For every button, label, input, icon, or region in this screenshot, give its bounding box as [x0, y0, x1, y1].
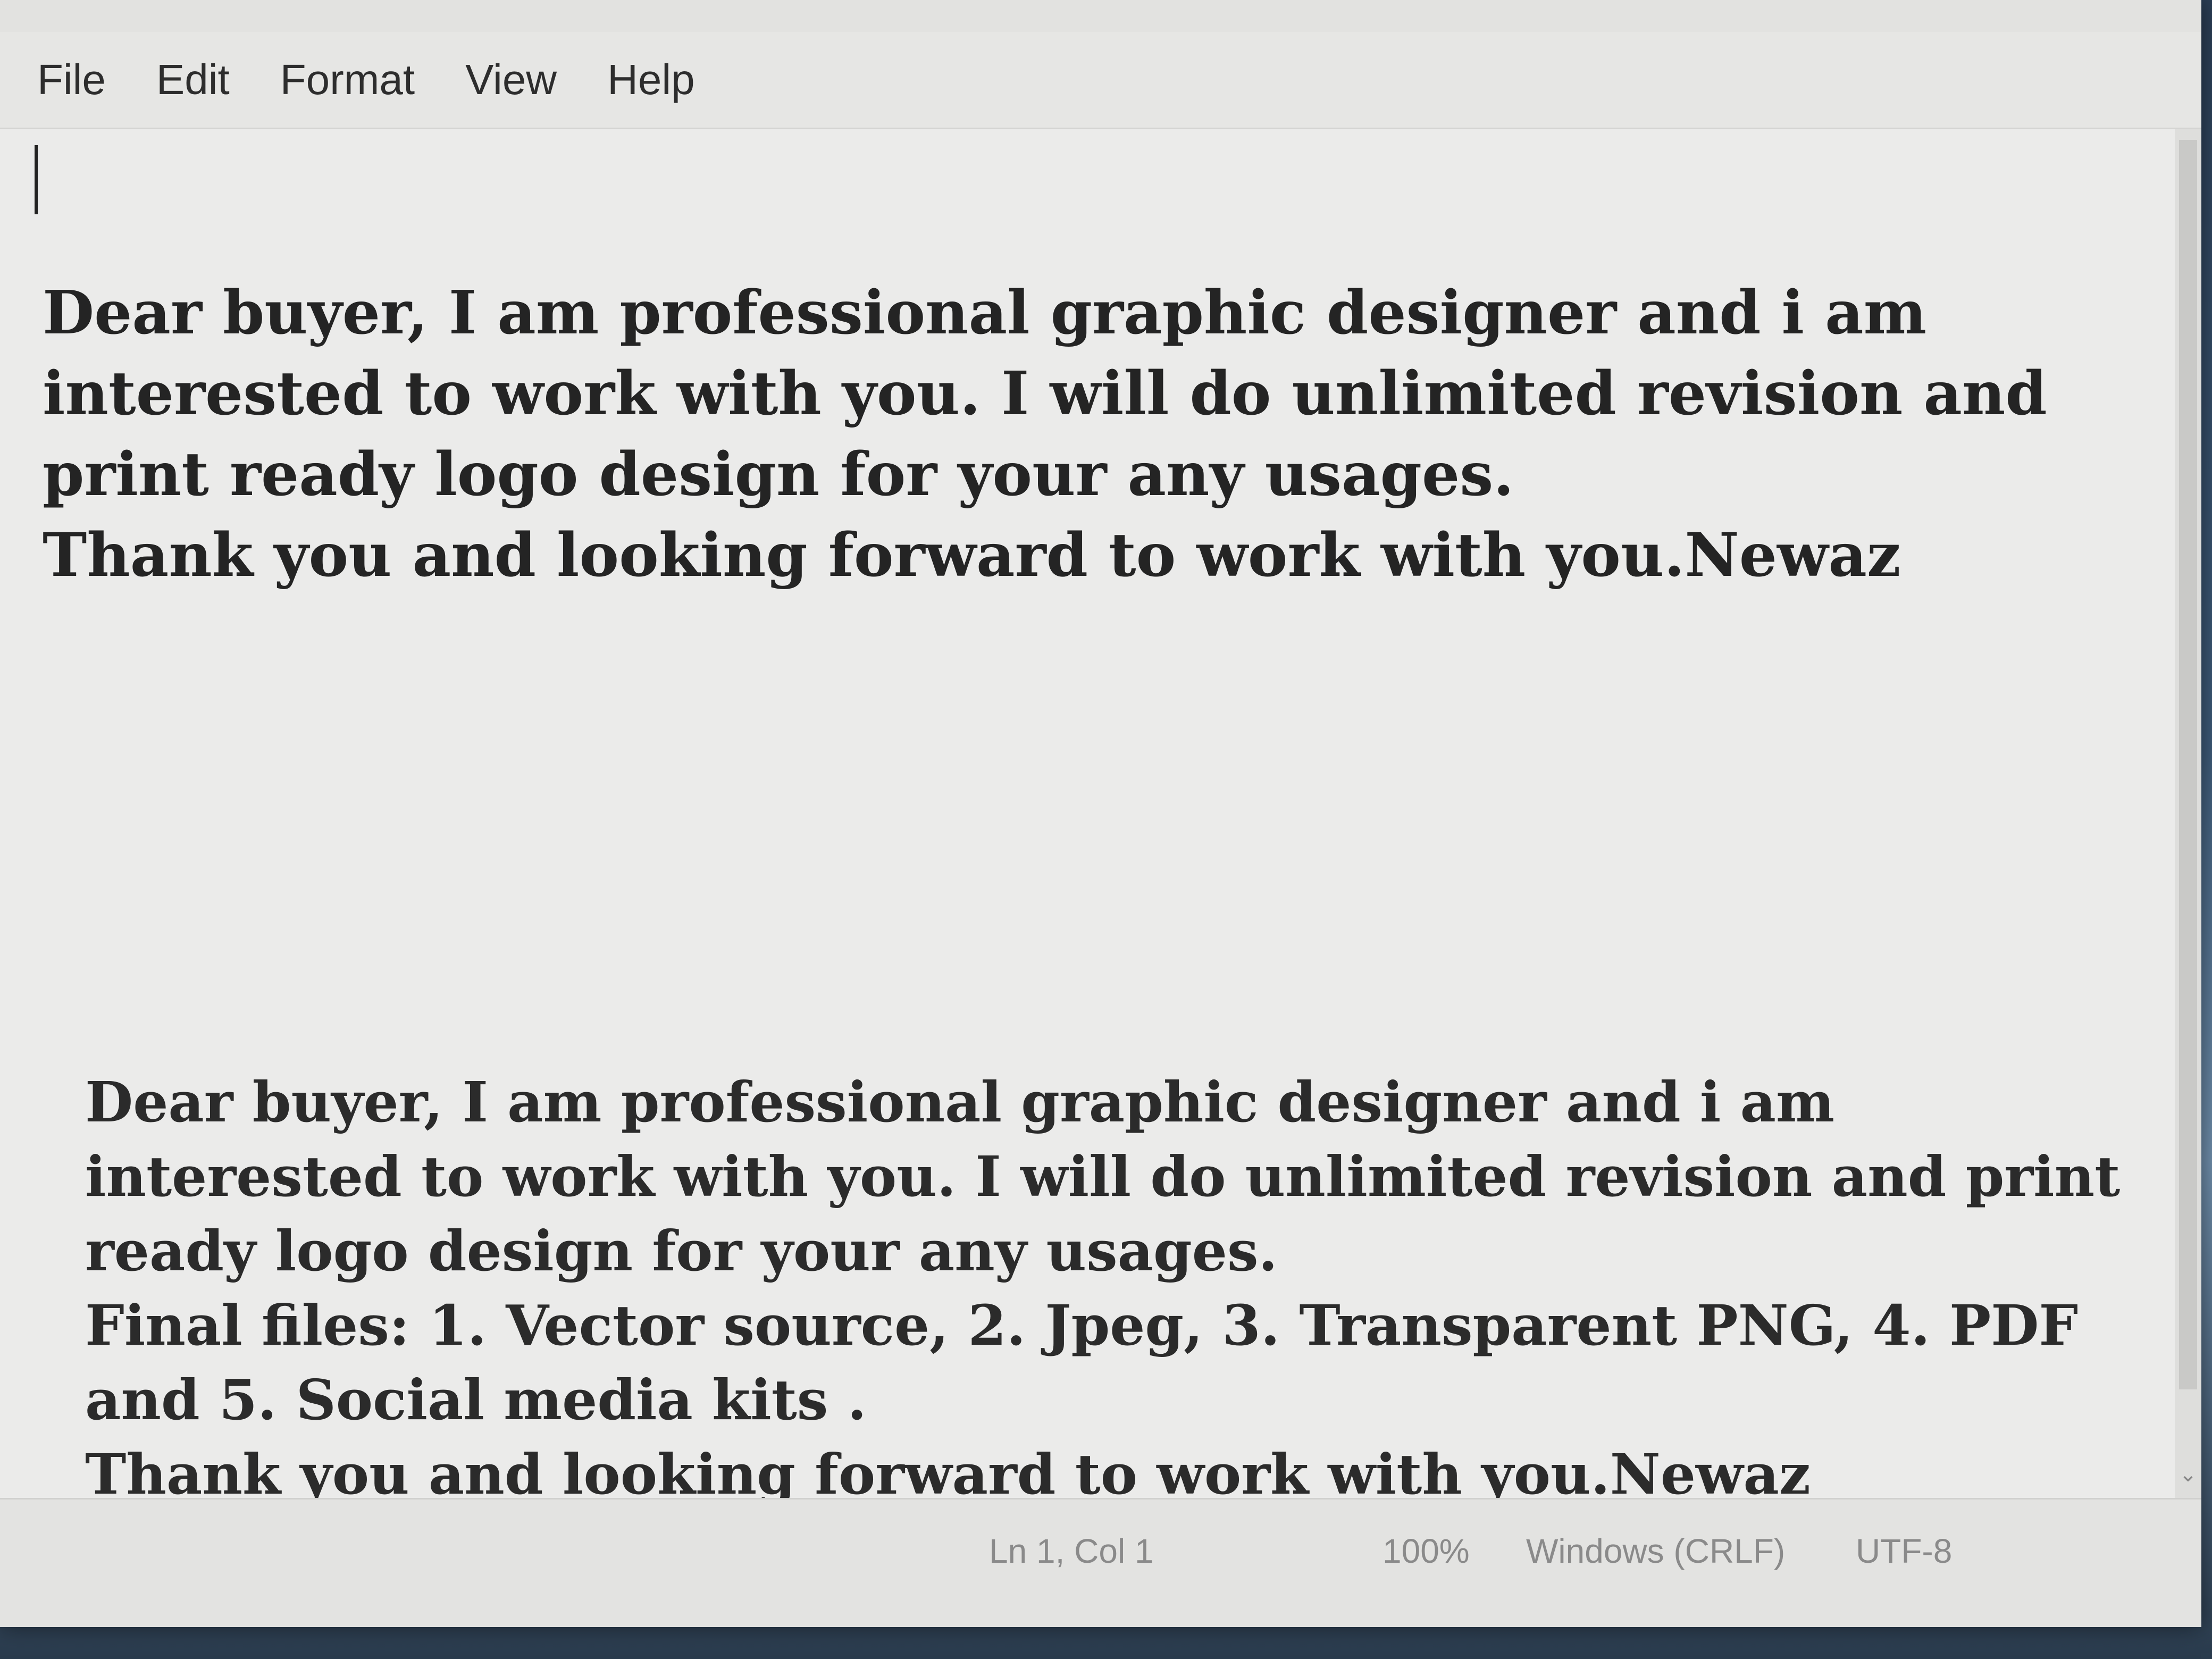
- status-line-ending: Windows (CRLF): [1526, 1532, 1786, 1570]
- status-encoding: UTF-8: [1856, 1532, 1953, 1570]
- notepad-window: — ☐ ✕ File Edit Format View Help Dear bu…: [0, 0, 2201, 1627]
- message-paragraph-2: Dear buyer, I am professional graphic de…: [85, 1069, 2121, 1507]
- status-bar: Ln 1, Col 1 100% Windows (CRLF) UTF-8: [0, 1498, 2201, 1627]
- menu-help[interactable]: Help: [607, 55, 695, 104]
- text-caret: [35, 145, 38, 214]
- text-editor-area[interactable]: Dear buyer, I am professional graphic de…: [0, 129, 2201, 1507]
- message-paragraph-1: Dear buyer, I am professional graphic de…: [43, 278, 2047, 590]
- menu-bar: File Edit Format View Help: [0, 32, 2201, 129]
- menu-edit[interactable]: Edit: [156, 55, 230, 104]
- menu-view[interactable]: View: [465, 55, 557, 104]
- menu-format[interactable]: Format: [280, 55, 415, 104]
- scrollbar-thumb[interactable]: [2179, 140, 2197, 1389]
- status-cursor-position: Ln 1, Col 1: [989, 1532, 1154, 1570]
- vertical-scrollbar[interactable]: ⌄: [2175, 129, 2201, 1499]
- status-zoom: 100%: [1382, 1532, 1470, 1570]
- menu-file[interactable]: File: [37, 55, 106, 104]
- scroll-down-arrow-icon[interactable]: ⌄: [2179, 1462, 2197, 1494]
